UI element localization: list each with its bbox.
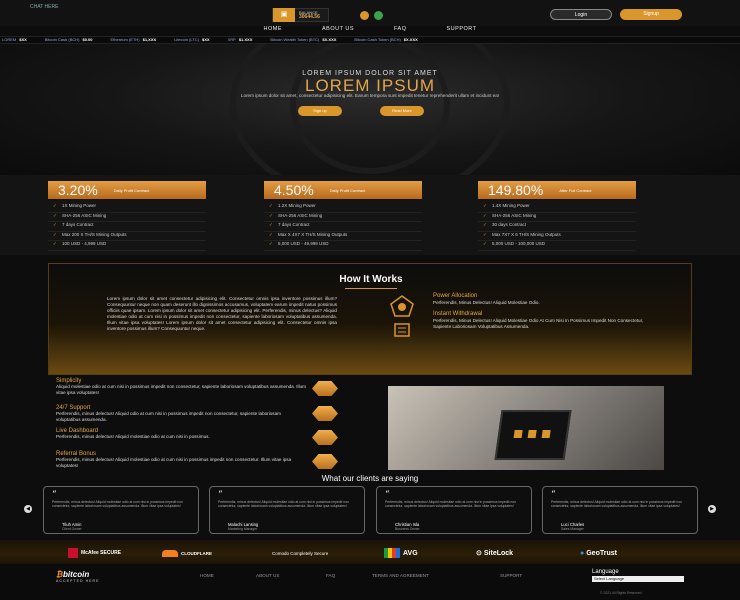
hero-signup-button[interactable]: Sign up <box>298 106 342 116</box>
language-select[interactable]: Select Language <box>592 576 684 582</box>
feature-dashboard: Live Dashboard Perferendis, minus delectu… <box>56 428 210 439</box>
plan-feature: 7 days Contract <box>264 222 422 232</box>
plan-card[interactable]: 149.80% After Full Contract 1.4X Mining P… <box>478 181 636 251</box>
plan-feature: SHA-256 ASIC Mining <box>478 213 636 222</box>
chat-link[interactable]: CHAT HERE <box>30 4 58 10</box>
plan-feature: 1.4X Mining Power <box>478 203 636 213</box>
geotrust-logo: ● GeoTrust <box>580 549 617 557</box>
footer-link-terms[interactable]: TERMS AND AGREEMENT <box>372 573 429 578</box>
nav-support[interactable]: SUPPORT <box>447 26 477 36</box>
bitcoin-accepted-logo: ₿bitcoin ACCEPTED HERE <box>56 570 100 583</box>
title-underline <box>345 288 397 289</box>
plan-feature: SHA-256 ASIC Mining <box>48 213 206 222</box>
avg-logo: AVG <box>384 548 418 558</box>
quote-icon: “ <box>551 490 556 500</box>
nav-faq[interactable]: FAQ <box>394 26 407 36</box>
ticker-item: Litecoin (LTC) $XX <box>174 37 210 42</box>
nav-about[interactable]: ABOUT US <box>322 26 354 36</box>
how-text: Lorem ipsum dolor sit amet consectetur a… <box>107 296 337 332</box>
plan-feature: 7 days Contract <box>48 222 206 232</box>
mining-emblem-icon <box>390 295 414 337</box>
plans-section: 3.20% Daily Profit Contract 1X Mining Pow… <box>0 175 740 255</box>
footer-link-home[interactable]: HOME <box>200 573 214 578</box>
ticker-item: Bitcoin Cash Token (BCH) $X.XXX <box>354 37 418 42</box>
quote-icon: “ <box>385 490 390 500</box>
hero-readmore-button[interactable]: Read More <box>380 106 424 116</box>
signup-button[interactable]: Signup <box>620 9 682 20</box>
plan-label: Daily Profit Contract <box>113 187 150 193</box>
footer-link-faq[interactable]: FAQ <box>326 573 335 578</box>
plan-feature: SHA-256 ASIC Mining <box>264 213 422 222</box>
price-ticker: LOREM $XX Bitcoin Cash (BCH) $0.00 Ethereu… <box>0 36 740 44</box>
simplicity-icon <box>312 381 338 396</box>
copyright: © 2021 All Rights Reserved <box>600 591 642 595</box>
feature-withdrawal: Instant Withdrawal Perferendis, Minus Del… <box>433 311 644 329</box>
wallet-icon: ▣ <box>273 8 295 22</box>
login-button[interactable]: Login <box>550 9 612 20</box>
hero-banner: LOREM IPSUM DOLOR SIT AMET LOREM IPSUM L… <box>0 44 740 175</box>
telegram-icon[interactable] <box>360 11 369 20</box>
testimonial-card: “Perferendis, minus delectus! Aliquid mo… <box>209 486 365 534</box>
plan-feature: Max 200 X TH/S Mining Outputs <box>48 232 206 241</box>
plan-card[interactable]: 3.20% Daily Profit Contract 1X Mining Pow… <box>48 181 206 251</box>
plan-card[interactable]: 4.50% Daily Profit Contract 1.2X Mining P… <box>264 181 422 251</box>
plan-feature: Max 7X7 X 6 TH/S Mining Outputs <box>478 232 636 241</box>
plan-feature: 5,000 USD - 49,999 USD <box>264 241 422 251</box>
language-label: Language <box>592 569 619 575</box>
footer-link-support[interactable]: SUPPORT <box>500 573 522 578</box>
ticker-item: Ethereum (ETH) $1,XXX <box>110 37 157 42</box>
testimonials-title: What our clients are saying <box>321 474 419 483</box>
feature-referral: Referral Bonus Perferendis, minus delectu… <box>56 451 292 468</box>
plan-feature: 5,000 USD - 100,000 USD <box>478 241 636 251</box>
plan-label: Daily Profit Contract <box>329 187 366 193</box>
balance-value: 30644.56 <box>299 14 320 20</box>
testimonial-card: “Perferendis, minus delectus! Aliquid mo… <box>542 486 698 534</box>
plan-feature: 1.2X Mining Power <box>264 203 422 213</box>
top-bar: CHAT HERE ▣ BALANCE 30644.56 Login Signup <box>0 0 740 26</box>
referral-icon <box>312 454 338 469</box>
plan-feature: 30 days Contract <box>478 222 636 232</box>
comodo-logo: Comodo Completely Secure <box>272 550 329 556</box>
whatsapp-icon[interactable] <box>374 11 383 20</box>
plan-feature: 1X Mining Power <box>48 203 206 213</box>
footer: ₿bitcoin ACCEPTED HERE HOME ABOUT US FAQ … <box>0 564 740 600</box>
ticker-item: Bitcoin Cash (BCH) $0.00 <box>44 37 93 42</box>
support-icon <box>312 406 338 421</box>
ticker-item: LOREM $XX <box>2 37 27 42</box>
mcafee-logo: McAfee SECURE <box>68 548 121 558</box>
plan-feature: Max X 4X7 X TH/S Mining Outputs <box>264 232 422 241</box>
plan-rate: 149.80% <box>488 182 544 198</box>
plan-rate: 4.50% <box>274 182 314 198</box>
hero-subtitle: Lorem ipsum dolor sit amet, consectetur … <box>240 93 500 98</box>
feature-power: Power Allocation Perferendis, Minus Delec… <box>433 293 540 305</box>
testimonial-card: “Perferendis, minus delectus! Aliquid mo… <box>43 486 199 534</box>
balance-widget: ▣ BALANCE 30644.56 <box>272 8 329 22</box>
carousel-next-button[interactable]: ▶ <box>708 505 716 513</box>
tablet-image <box>494 410 572 460</box>
main-nav: HOME ABOUT US FAQ SUPPORT <box>0 26 740 36</box>
plan-label: After Full Contract <box>559 187 592 193</box>
dashboard-icon <box>312 430 338 445</box>
ticker-item: XRP $1.XXX <box>227 37 253 42</box>
feature-simplicity: Simplicity Aliquid molestiae odio at cum … <box>56 378 306 395</box>
ticker-item: Bitcoin Wealth Token (BTC) $X.XXX <box>270 37 337 42</box>
carousel-prev-button[interactable]: ◀ <box>24 505 32 513</box>
quote-icon: “ <box>218 490 223 500</box>
how-it-works-section: How It Works Lorem ipsum dolor sit amet … <box>48 263 692 375</box>
footer-link-about[interactable]: ABOUT US <box>256 573 279 578</box>
cloudflare-logo: CLOUDFLARE <box>162 548 212 558</box>
nav-home[interactable]: HOME <box>263 26 282 36</box>
plan-feature: 100 USD - 4,999 USD <box>48 241 206 251</box>
feature-support: 24/7 Support Perferendis, minus delectus!… <box>56 405 281 422</box>
plan-rate: 3.20% <box>58 182 98 198</box>
testimonial-card: “Perferendis, minus delectus! Aliquid mo… <box>376 486 532 534</box>
quote-icon: “ <box>52 490 57 500</box>
meeting-photo <box>388 386 664 470</box>
sitelock-logo: ⊙ SiteLock <box>476 549 514 558</box>
how-title: How It Works <box>339 274 403 285</box>
